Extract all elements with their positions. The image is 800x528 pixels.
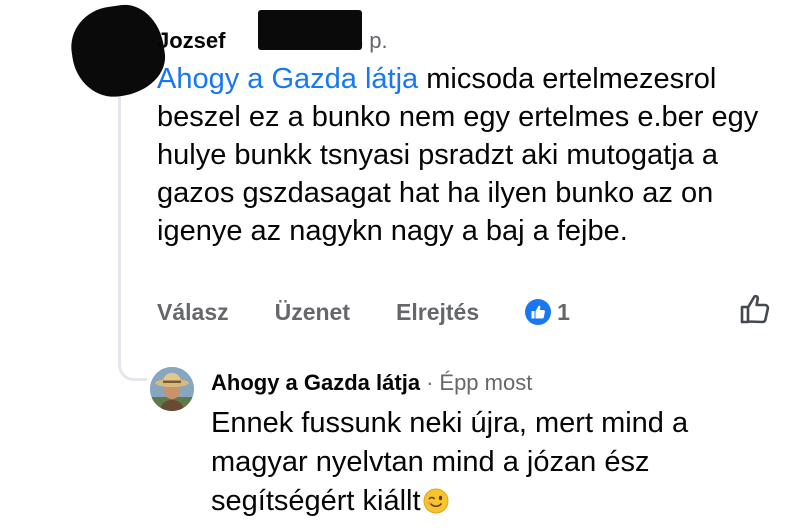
- redacted-name-bar: [258, 10, 362, 50]
- comment-2-timestamp[interactable]: Épp most: [439, 370, 532, 396]
- like-button[interactable]: [738, 292, 772, 326]
- comment-2-author[interactable]: Ahogy a Gazda látja: [211, 370, 420, 396]
- comment-2-body: Ennek fussunk neki újra, mert mind a mag…: [211, 404, 791, 521]
- winking-face-emoji-icon: [423, 488, 449, 514]
- separator-dot: ·: [426, 370, 434, 395]
- comment-1-body: Ahogy a Gazda látja micsoda ertelmezesro…: [157, 60, 797, 250]
- avatar[interactable]: [150, 367, 194, 411]
- thumbs-up-outline-icon: [740, 294, 770, 324]
- reaction-summary[interactable]: 1: [525, 299, 570, 326]
- message-button[interactable]: Üzenet: [275, 299, 350, 326]
- redacted-avatar-mark: [88, 58, 132, 82]
- comment-2-text: Ennek fussunk neki újra, mert mind a mag…: [211, 407, 689, 517]
- redacted-avatar: [66, 0, 170, 102]
- hide-button[interactable]: Elrejtés: [396, 299, 479, 326]
- comment-1-author[interactable]: Jozsef: [157, 28, 225, 54]
- comment-2-header: Ahogy a Gazda látja · Épp most: [211, 370, 532, 396]
- thread-connector: [118, 330, 147, 381]
- mention-link[interactable]: Ahogy a Gazda látja: [157, 63, 418, 95]
- comment-1-actions: Válasz Üzenet Elrejtés 1: [157, 296, 570, 328]
- farmer-avatar-icon: [150, 367, 194, 411]
- reaction-count: 1: [557, 298, 570, 325]
- reply-button[interactable]: Válasz: [157, 299, 229, 326]
- like-icon: [525, 299, 552, 325]
- thread-line: [118, 78, 121, 340]
